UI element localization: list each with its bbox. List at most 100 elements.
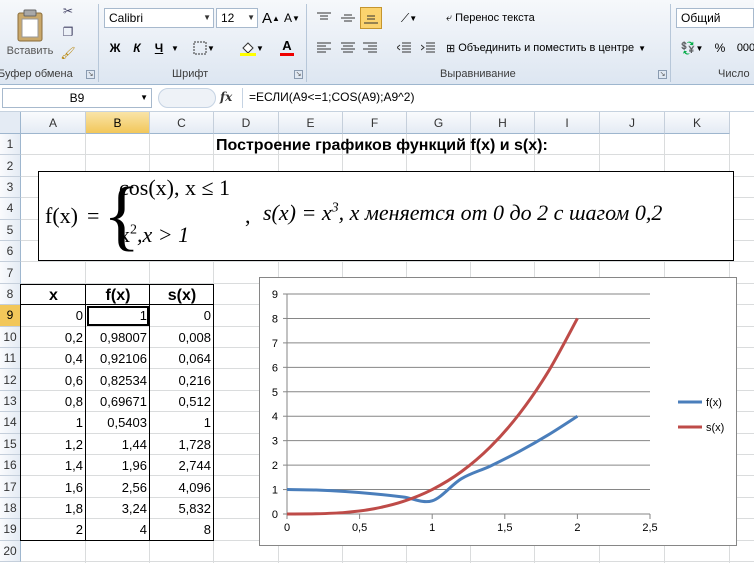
table-cell[interactable]: 1,728 [150, 434, 214, 455]
row-header-20[interactable]: 20 [0, 540, 21, 562]
formula-input[interactable]: =ЕСЛИ(A9<=1;COS(A9);A9^2) [242, 88, 754, 108]
table-cell[interactable]: 0,512 [150, 391, 214, 412]
row-header-3[interactable]: 3 [0, 176, 21, 199]
table-cell[interactable]: 0,008 [150, 327, 214, 348]
merge-center-button[interactable]: ⊞ Объединить и поместить в центре ▼ [446, 38, 666, 58]
font-color-button[interactable]: A [272, 36, 302, 58]
column-header-e[interactable]: E [279, 112, 343, 134]
column-header-i[interactable]: I [535, 112, 600, 134]
formula-bar-resize-handle[interactable] [158, 88, 216, 108]
row-header-12[interactable]: 12 [0, 369, 21, 391]
increase-indent-icon[interactable] [418, 38, 438, 58]
table-cell[interactable]: 0,2 [21, 327, 86, 348]
row-header-9[interactable]: 9 [0, 305, 21, 327]
table-cell[interactable]: 2,56 [86, 476, 150, 497]
formula-image[interactable]: f(x) = { cos(x), x ≤ 1 x2,x > 1 , s(x) =… [38, 171, 734, 261]
row-header-5[interactable]: 5 [0, 219, 21, 241]
row-header-6[interactable]: 6 [0, 241, 21, 263]
italic-button[interactable]: К [128, 38, 146, 58]
table-cell[interactable]: 1 [21, 412, 86, 433]
font-launcher-icon[interactable]: ↘ [294, 70, 303, 79]
row-header-18[interactable]: 18 [0, 497, 21, 520]
borders-icon[interactable]: ▼ [192, 38, 216, 58]
wrap-text-button[interactable]: ⤶ Перенос текста [446, 8, 556, 28]
row-header-7[interactable]: 7 [0, 262, 21, 284]
number-format-combo[interactable]: Общий [676, 8, 754, 28]
underline-button[interactable]: Ч [150, 38, 168, 58]
table-cell[interactable]: 2 [21, 519, 86, 540]
column-header-k[interactable]: K [665, 112, 730, 134]
row-header-16[interactable]: 16 [0, 455, 21, 477]
row-header-19[interactable]: 19 [0, 519, 21, 541]
table-cell[interactable]: 0,064 [150, 348, 214, 369]
table-cell[interactable]: 1,44 [86, 434, 150, 455]
table-cell[interactable]: 8 [150, 519, 214, 540]
table-cell[interactable]: 0,6 [21, 369, 86, 390]
font-size-combo[interactable]: 12 ▼ [216, 8, 258, 28]
currency-icon[interactable]: 💱 ▼ [678, 38, 706, 58]
table-cell[interactable]: 1,4 [21, 455, 86, 476]
select-all-corner[interactable] [0, 112, 21, 134]
font-name-combo[interactable]: Calibri ▼ [104, 8, 214, 28]
copy-icon[interactable]: ❐ [60, 24, 76, 40]
sheet-title[interactable]: Построение графиков функций f(x) и s(x): [216, 137, 616, 155]
fill-color-icon[interactable]: ▼ [238, 38, 266, 58]
table-cell[interactable]: 4,096 [150, 476, 214, 497]
align-left-icon[interactable] [314, 38, 334, 58]
active-cell[interactable]: 1 [86, 305, 150, 326]
column-header-c[interactable]: C [150, 112, 214, 134]
row-header-14[interactable]: 14 [0, 412, 21, 434]
table-cell[interactable]: 0,82534 [86, 369, 150, 390]
clipboard-launcher-icon[interactable]: ↘ [86, 70, 95, 79]
table-cell[interactable]: 0,8 [21, 391, 86, 412]
table-cell[interactable]: 1 [150, 412, 214, 433]
bold-button[interactable]: Ж [106, 38, 124, 58]
decrease-indent-icon[interactable] [394, 38, 414, 58]
paste-button[interactable]: Вставить [4, 2, 56, 64]
table-cell[interactable]: 1,96 [86, 455, 150, 476]
align-right-icon[interactable] [360, 38, 380, 58]
row-header-10[interactable]: 10 [0, 326, 21, 348]
table-cell[interactable]: 0,92106 [86, 348, 150, 369]
align-center-icon[interactable] [338, 38, 358, 58]
row-header-8[interactable]: 8 [0, 283, 21, 306]
name-box[interactable]: B9 ▼ [2, 88, 152, 108]
shrink-font-button[interactable]: A ▼ [284, 8, 300, 28]
alignment-launcher-icon[interactable]: ↘ [658, 70, 667, 79]
align-bottom-icon[interactable] [360, 7, 382, 29]
column-header-h[interactable]: H [471, 112, 535, 134]
table-cell[interactable]: 0,4 [21, 348, 86, 369]
row-header-17[interactable]: 17 [0, 476, 21, 498]
table-cell[interactable]: 0 [21, 305, 86, 326]
cut-icon[interactable]: ✂ [60, 3, 76, 19]
column-header-d[interactable]: D [214, 112, 279, 134]
table-cell[interactable]: 1,6 [21, 476, 86, 497]
grow-font-button[interactable]: A ▲ [262, 8, 280, 28]
fx-icon[interactable]: fx [220, 90, 232, 104]
chart[interactable]: 0 1 2 3 4 5 6 7 8 9 0 0,5 1 1,5 2 2,5 f(x) s(x) [259, 277, 737, 546]
percent-button[interactable]: % [712, 38, 728, 58]
underline-dropdown-icon[interactable]: ▼ [170, 42, 180, 54]
table-cell[interactable]: 1,8 [21, 498, 86, 519]
table-cell[interactable]: 2,744 [150, 455, 214, 476]
table-cell[interactable]: 0,216 [150, 369, 214, 390]
row-header-1[interactable]: 1 [0, 134, 21, 156]
table-cell[interactable]: 4 [86, 519, 150, 540]
column-header-j[interactable]: J [600, 112, 665, 134]
table-cell[interactable]: 0,69671 [86, 391, 150, 412]
align-top-icon[interactable] [314, 8, 334, 28]
table-cell[interactable]: 0,98007 [86, 327, 150, 348]
table-cell[interactable]: 0 [150, 305, 214, 326]
table-cell[interactable]: 3,24 [86, 498, 150, 519]
align-middle-icon[interactable] [338, 8, 358, 28]
orientation-icon[interactable]: ⟋ ▼ [396, 8, 422, 28]
row-header-4[interactable]: 4 [0, 198, 21, 220]
table-cell[interactable]: 1,2 [21, 434, 86, 455]
row-header-11[interactable]: 11 [0, 348, 21, 370]
column-header-a[interactable]: A [21, 112, 86, 134]
row-header-2[interactable]: 2 [0, 155, 21, 177]
column-header-f[interactable]: F [343, 112, 407, 134]
table-cell[interactable]: 0,5403 [86, 412, 150, 433]
format-painter-icon[interactable]: 🖌 [60, 45, 76, 61]
column-header-g[interactable]: G [407, 112, 471, 134]
